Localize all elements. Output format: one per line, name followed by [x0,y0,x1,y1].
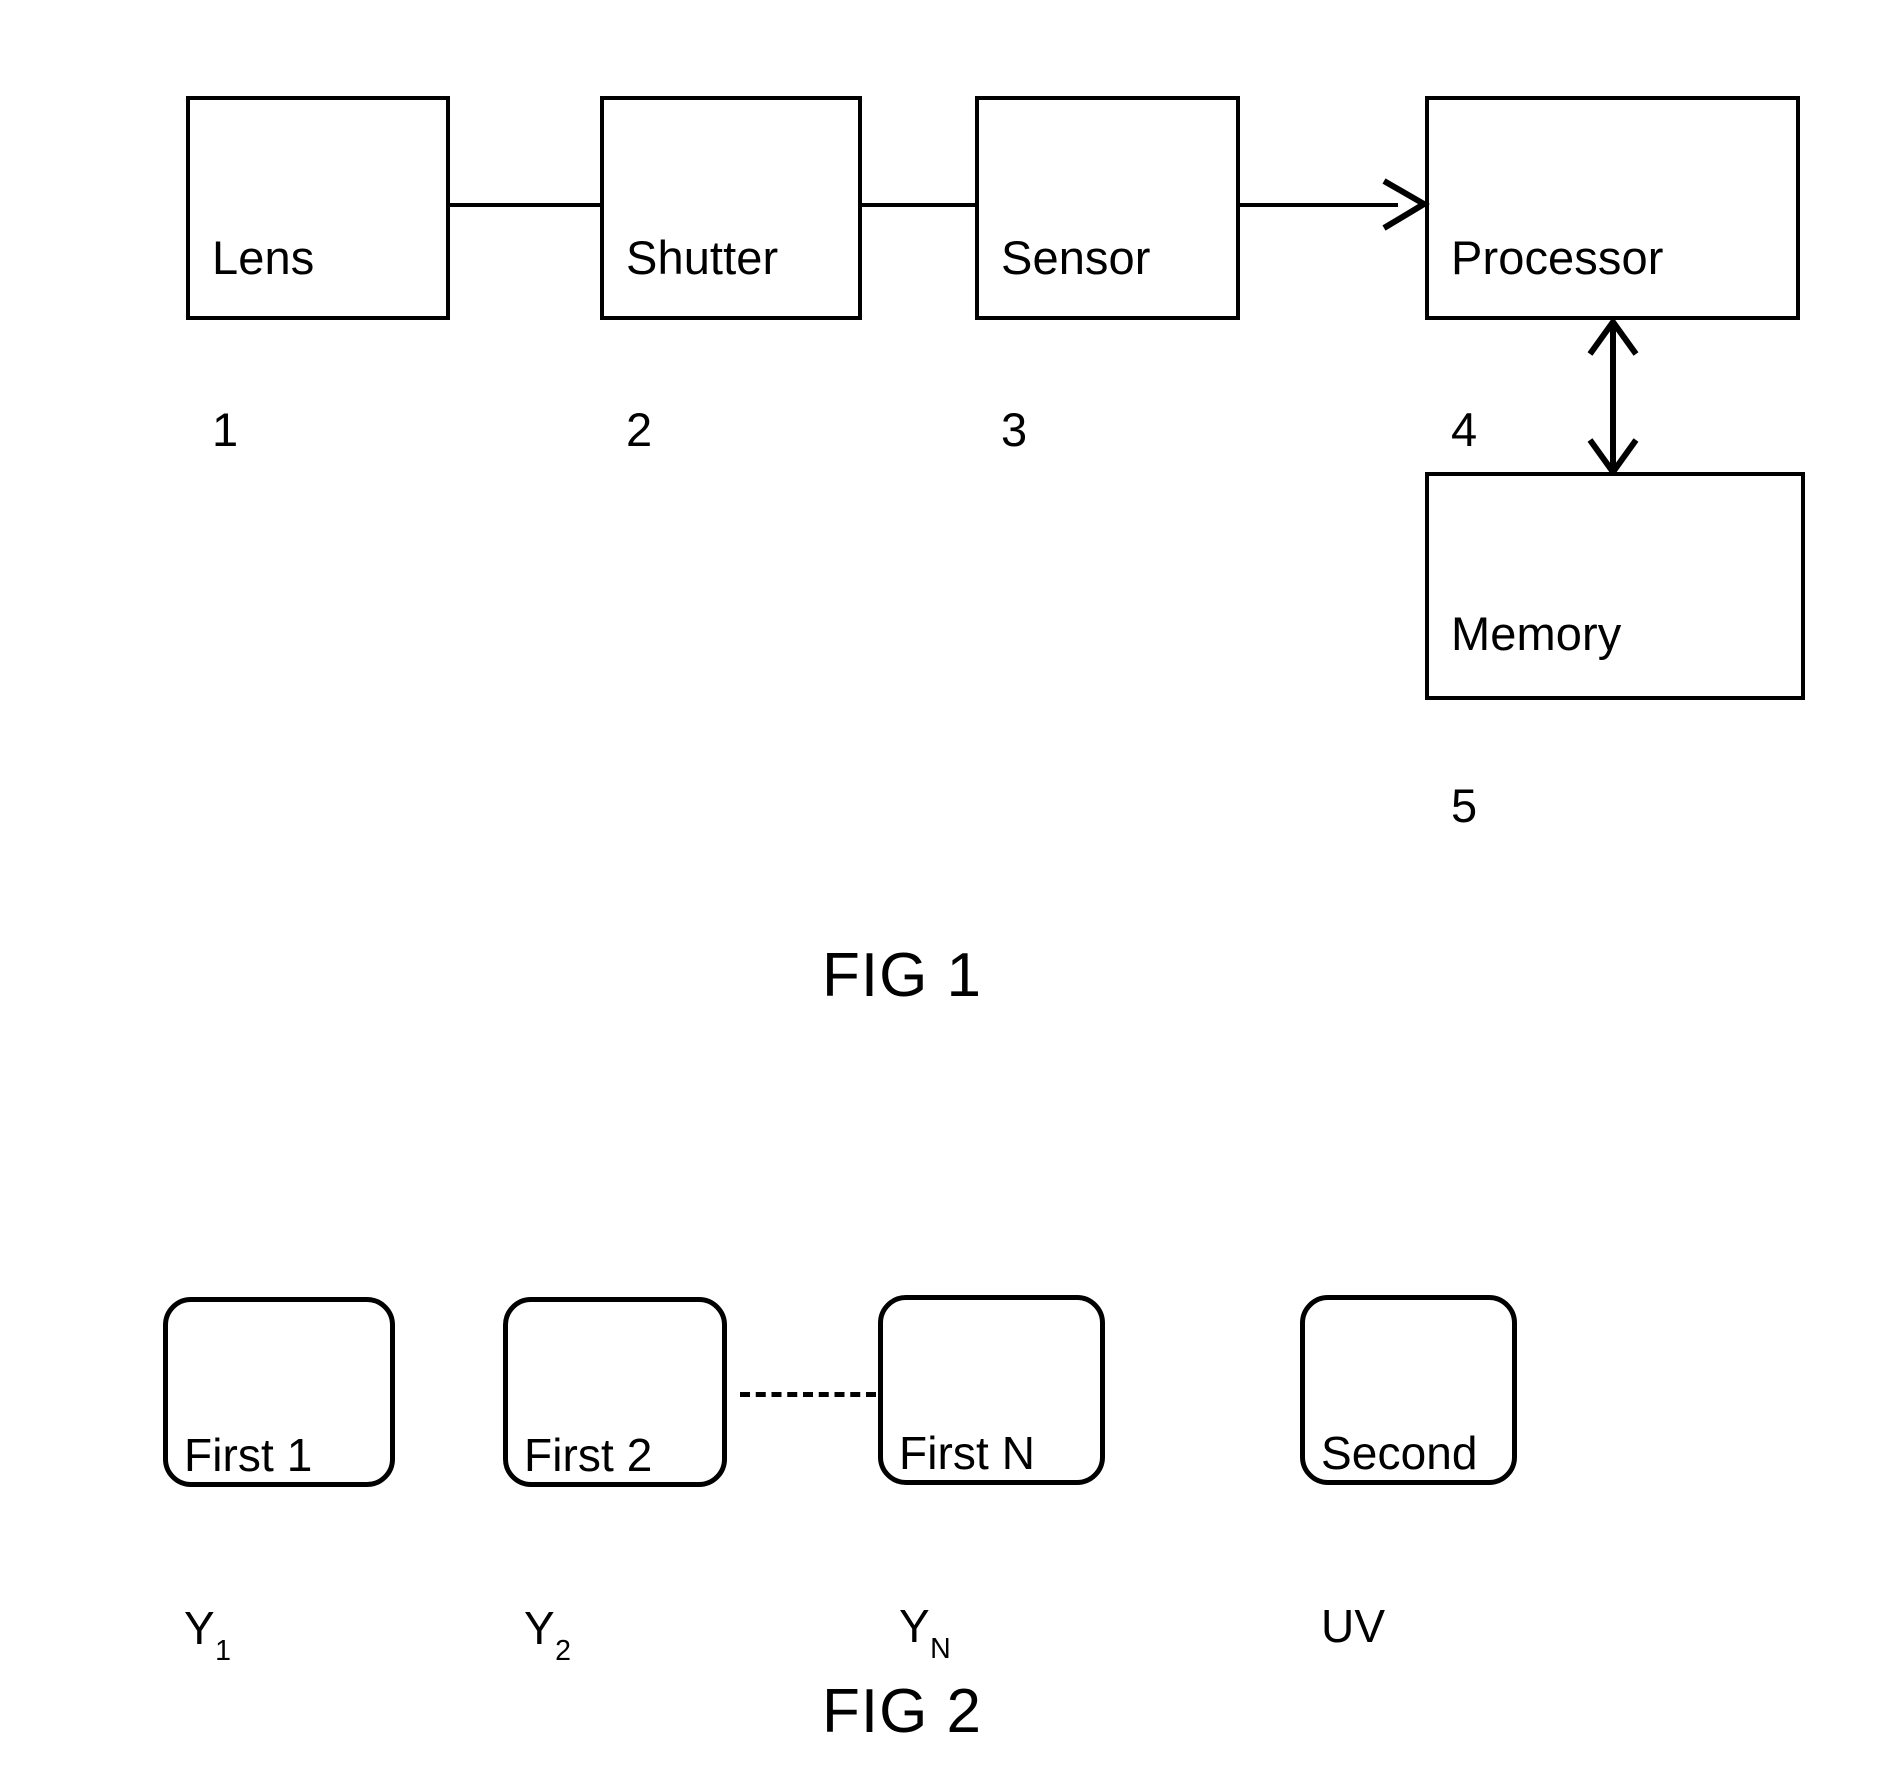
block-processor: Processor 4 [1425,96,1800,456]
block-first-1-text: First 1 Y1 [184,1312,312,1778]
block-first-n-subscript: N [930,1632,951,1665]
block-shutter: Shutter 2 [600,96,862,456]
connector-shutter-sensor [862,203,977,207]
block-second-uv-symbol: UV [1321,1599,1386,1652]
block-first-n-symbol: YN [899,1599,951,1665]
block-second-uv-label: Second [1321,1427,1478,1479]
figure-sheet: Lens 1 Shutter 2 Sensor 3 Processor 4 Me… [0,0,1896,1792]
block-memory-text: Memory 5 [1451,490,1621,949]
block-memory: Memory 5 [1425,472,1805,832]
block-first-2: First 2 Y2 [503,1297,727,1667]
block-second-uv-text: Second UV [1321,1310,1478,1770]
block-first-1-subscript: 1 [215,1634,232,1667]
block-first-1-label: First 1 [184,1429,313,1481]
block-shutter-text: Shutter 2 [626,114,778,573]
block-first-2-symbol: Y2 [524,1601,572,1667]
block-first-2-text: First 2 Y2 [524,1312,652,1778]
connector-sensor-processor [1240,203,1398,207]
figure-1-caption: FIG 1 [822,941,983,1010]
block-lens-text: Lens 1 [212,114,317,573]
block-sensor-label: Sensor [1001,230,1151,284]
figure-2-caption: FIG 2 [822,1677,983,1746]
block-lens-label: Lens [212,230,315,284]
block-shutter-number: 2 [626,402,653,456]
block-lens: Lens 1 [186,96,450,456]
connector-dashed-first2-firstN [740,1392,876,1397]
connector-lens-shutter [450,203,602,207]
block-shutter-label: Shutter [626,230,779,284]
block-first-2-label: First 2 [524,1429,653,1481]
block-lens-number: 1 [212,402,239,456]
block-first-1-symbol: Y1 [184,1601,232,1667]
arrow-bidirectional-icon [1578,318,1648,476]
block-memory-label: Memory [1451,606,1622,660]
block-sensor: Sensor 3 [975,96,1240,456]
block-processor-label: Processor [1451,230,1664,284]
block-first-n: First N YN [878,1295,1105,1665]
block-first-2-subscript: 2 [555,1634,572,1667]
block-first-n-label: First N [899,1427,1036,1479]
block-sensor-text: Sensor 3 [1001,114,1151,573]
block-second-uv: Second UV [1300,1295,1517,1652]
block-sensor-number: 3 [1001,402,1028,456]
block-first-1: First 1 Y1 [163,1297,395,1667]
block-memory-number: 5 [1451,778,1478,832]
